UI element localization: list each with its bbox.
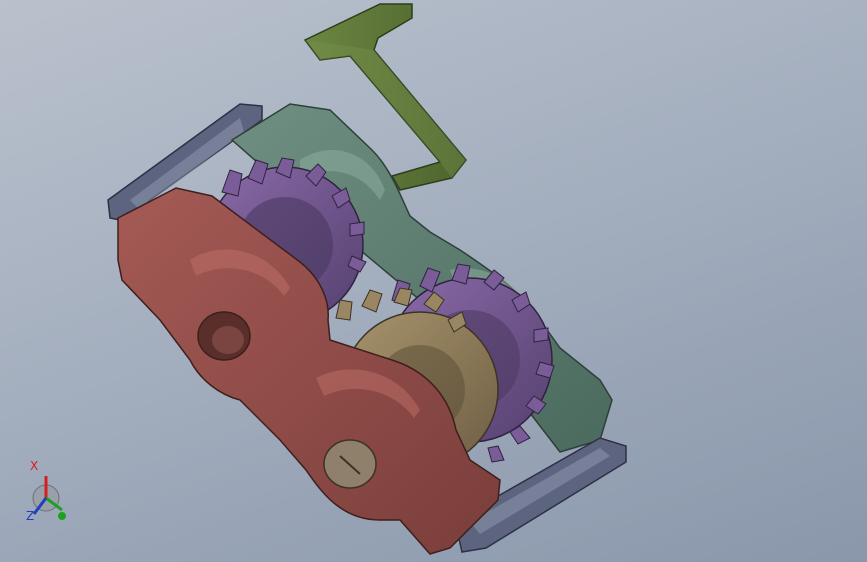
graphics-viewport[interactable]: X Z <box>0 0 867 562</box>
gearbox-3d-model[interactable] <box>0 0 867 562</box>
orientation-triad: X Z <box>26 459 66 523</box>
x-axis-label: X <box>30 459 38 473</box>
z-axis-label: Z <box>26 509 34 523</box>
